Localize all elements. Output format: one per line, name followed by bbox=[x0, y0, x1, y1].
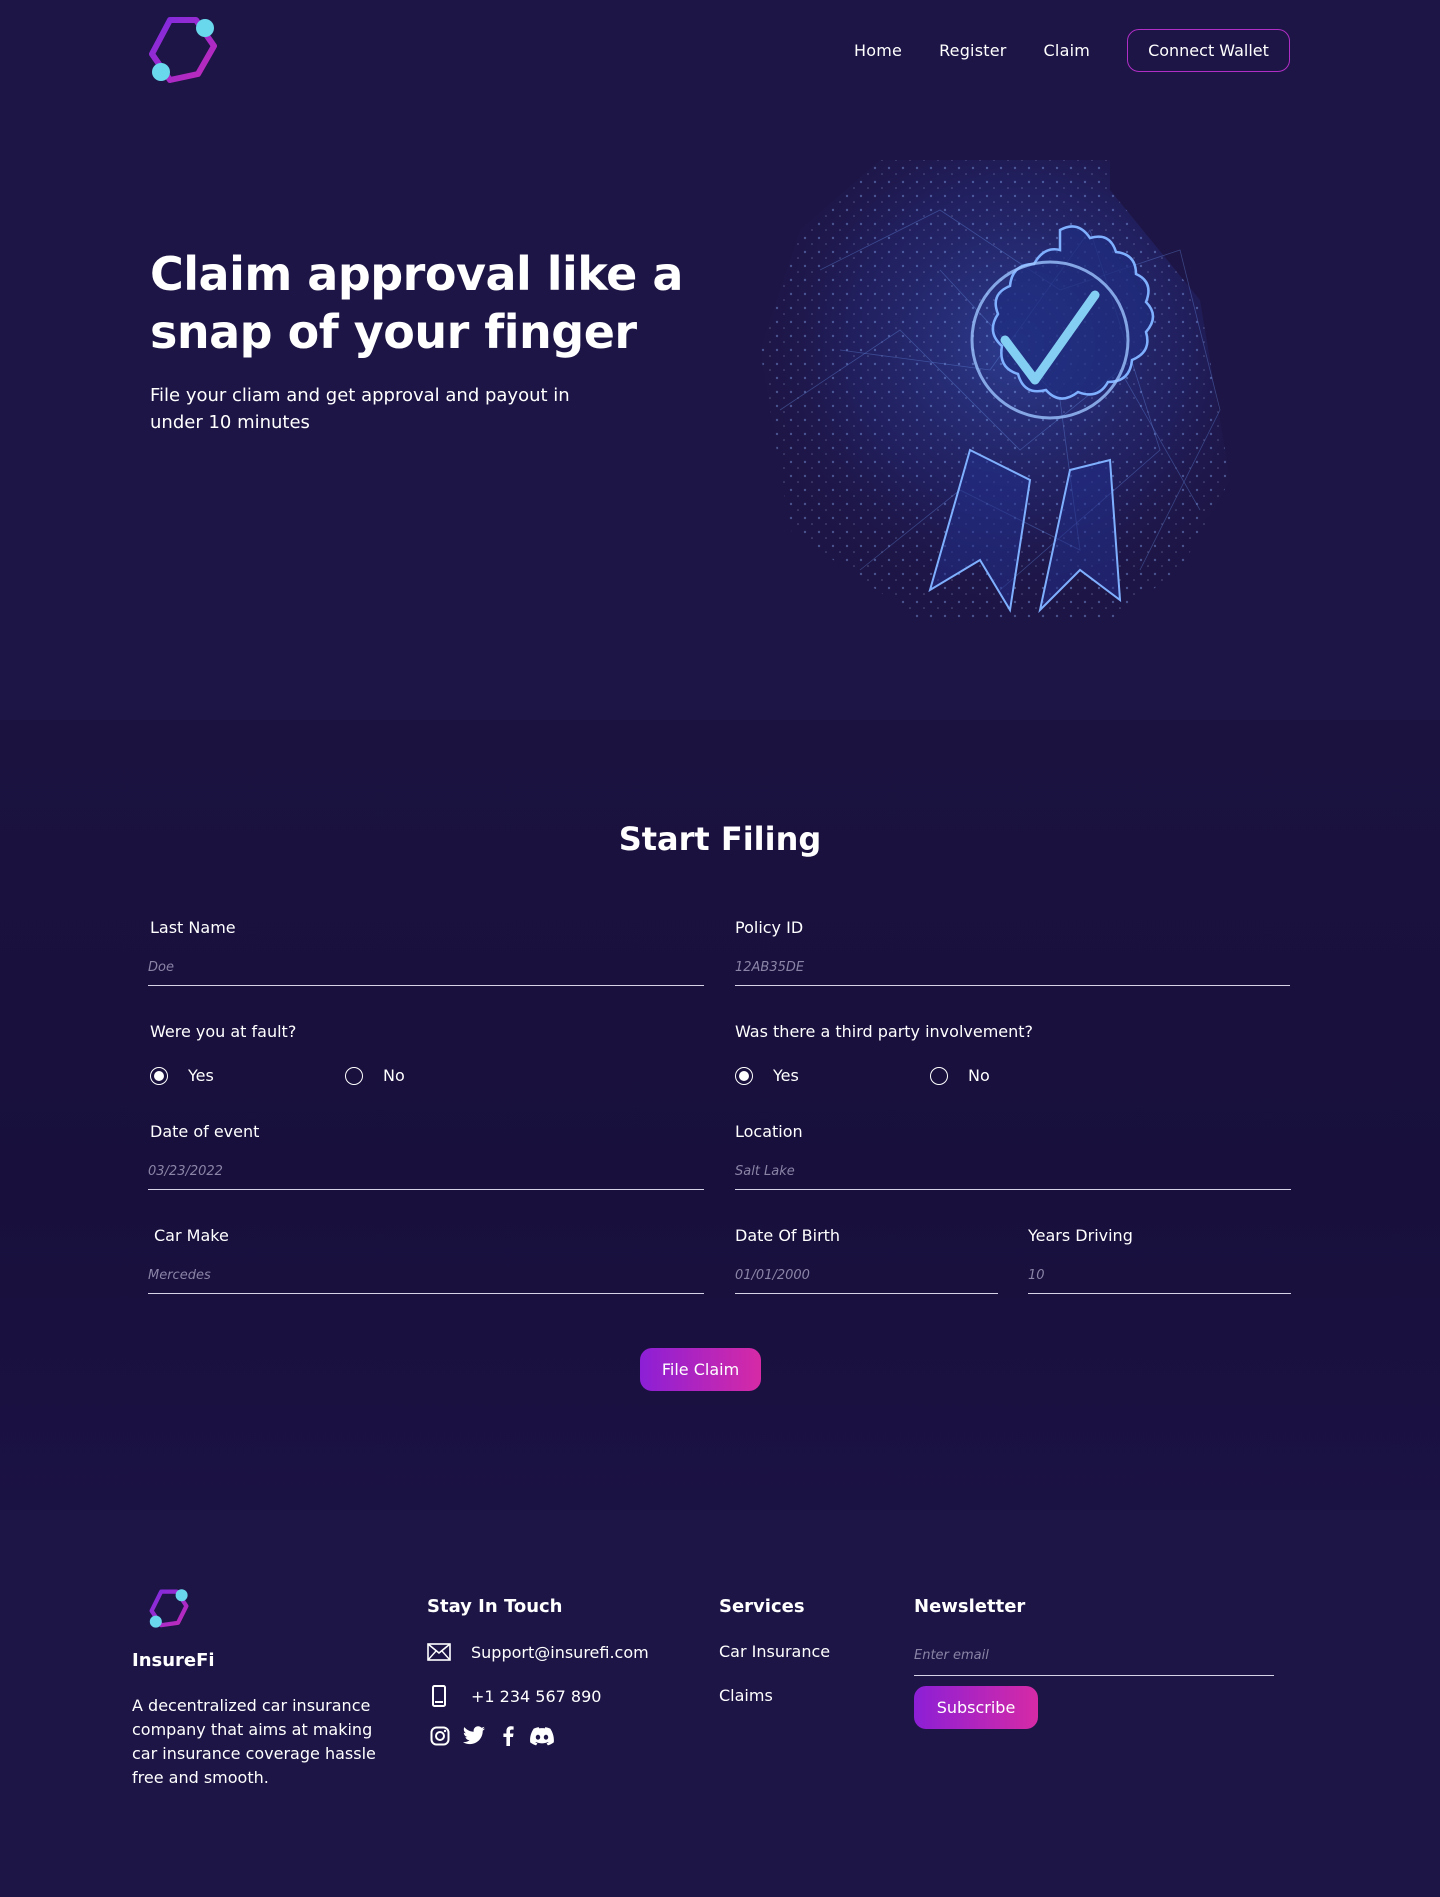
date-of-event-label: Date of event bbox=[150, 1122, 260, 1141]
support-email-text: Support@insurefi.com bbox=[471, 1642, 649, 1662]
years-driving-label: Years Driving bbox=[1028, 1226, 1133, 1245]
newsletter-heading: Newsletter bbox=[914, 1596, 1026, 1617]
hexagon-logo-icon[interactable] bbox=[148, 16, 218, 86]
service-link-claims[interactable]: Claims bbox=[719, 1686, 773, 1705]
location-label: Location bbox=[735, 1122, 803, 1141]
nav-links: Home Register Claim Connect Wallet bbox=[854, 29, 1290, 72]
date-of-event-input[interactable] bbox=[148, 1160, 704, 1190]
file-claim-button[interactable]: File Claim bbox=[640, 1348, 761, 1391]
location-input[interactable] bbox=[735, 1160, 1291, 1190]
date-of-birth-input[interactable] bbox=[735, 1264, 998, 1294]
date-of-birth-label: Date Of Birth bbox=[735, 1226, 841, 1245]
facebook-icon[interactable] bbox=[496, 1724, 520, 1748]
instagram-icon[interactable] bbox=[428, 1724, 452, 1748]
car-make-label: Car Make bbox=[154, 1226, 229, 1245]
policy-id-input[interactable] bbox=[735, 956, 1290, 986]
hero-title-line-1: Claim approval like a bbox=[150, 247, 683, 301]
footer-description: A decentralized car insurance company th… bbox=[132, 1696, 376, 1787]
phone-row[interactable]: +1 234 567 890 bbox=[427, 1684, 601, 1708]
last-name-label: Last Name bbox=[150, 918, 236, 937]
radio-selected-icon bbox=[735, 1066, 753, 1085]
support-email-row[interactable]: Support@insurefi.com bbox=[427, 1640, 649, 1664]
nav-claim-link[interactable]: Claim bbox=[1044, 41, 1090, 60]
hero-title-line-2: snap of your finger bbox=[150, 305, 637, 359]
fault-yes-label: Yes bbox=[188, 1066, 214, 1085]
form-title: Start Filing bbox=[618, 820, 822, 858]
third-party-question-label: Was there a third party involvement? bbox=[735, 1022, 1034, 1041]
radio-unselected-icon bbox=[345, 1066, 363, 1085]
policy-id-label: Policy ID bbox=[735, 918, 804, 937]
nav-register-link[interactable]: Register bbox=[939, 41, 1006, 60]
phone-text: +1 234 567 890 bbox=[471, 1686, 602, 1706]
hero-subtitle-line-2: under 10 minutes bbox=[150, 412, 310, 433]
hexagon-logo-icon[interactable] bbox=[148, 1588, 190, 1630]
footer-brand: InsureFi bbox=[132, 1650, 215, 1671]
fault-no-radio[interactable]: No bbox=[345, 1066, 405, 1085]
car-make-input[interactable] bbox=[148, 1264, 704, 1294]
social-links bbox=[428, 1724, 564, 1748]
twitter-icon[interactable] bbox=[462, 1724, 486, 1748]
radio-unselected-icon bbox=[930, 1066, 948, 1085]
service-link-car-insurance[interactable]: Car Insurance bbox=[719, 1642, 830, 1661]
fault-no-label: No bbox=[383, 1066, 405, 1085]
top-nav: Home Register Claim Connect Wallet bbox=[0, 0, 1440, 100]
third-party-no-label: No bbox=[968, 1066, 990, 1085]
approval-badge-icon bbox=[760, 160, 1230, 620]
newsletter-email-input[interactable] bbox=[914, 1642, 1274, 1676]
hero-subtitle-line-1: File your cliam and get approval and pay… bbox=[150, 385, 570, 406]
claim-form-section: Start Filing Last Name Policy ID Were yo… bbox=[0, 720, 1440, 1510]
hero-title: Claim approval like a snap of your finge… bbox=[150, 245, 750, 361]
connect-wallet-button[interactable]: Connect Wallet bbox=[1127, 29, 1290, 72]
third-party-yes-radio[interactable]: Yes bbox=[735, 1066, 799, 1085]
hero-section: Claim approval like a snap of your finge… bbox=[0, 100, 1440, 720]
phone-icon bbox=[427, 1684, 451, 1708]
radio-selected-icon bbox=[150, 1066, 168, 1085]
subscribe-button[interactable]: Subscribe bbox=[914, 1686, 1038, 1729]
services-heading: Services bbox=[719, 1596, 805, 1617]
fault-yes-radio[interactable]: Yes bbox=[150, 1066, 214, 1085]
hero-subtitle: File your cliam and get approval and pay… bbox=[150, 382, 610, 436]
discord-icon[interactable] bbox=[530, 1724, 554, 1748]
years-driving-input[interactable] bbox=[1028, 1264, 1291, 1294]
nav-home-link[interactable]: Home bbox=[854, 41, 902, 60]
fault-question-label: Were you at fault? bbox=[150, 1022, 297, 1041]
third-party-no-radio[interactable]: No bbox=[930, 1066, 990, 1085]
third-party-yes-label: Yes bbox=[773, 1066, 799, 1085]
footer: InsureFi A decentralized car insurance c… bbox=[0, 1510, 1440, 1897]
stay-in-touch-heading: Stay In Touch bbox=[427, 1596, 563, 1617]
mail-icon bbox=[427, 1640, 451, 1664]
last-name-input[interactable] bbox=[148, 956, 704, 986]
